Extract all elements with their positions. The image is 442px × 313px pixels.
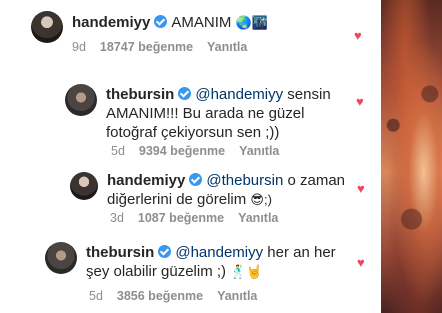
comment-body: AMANIM xyxy=(171,14,232,31)
mention-link[interactable]: @handemiyy xyxy=(195,86,283,103)
heart-icon[interactable]: ♥ xyxy=(357,182,369,195)
comment-body-line: diğerlerini de görelim xyxy=(107,191,247,208)
comment-text: handemiyy AMANIM 🌏🌃 xyxy=(72,13,372,32)
timestamp: 5d xyxy=(111,144,125,158)
comment-text: thebursin @handemiyy sensin AMANIM!!! Bu … xyxy=(106,85,366,142)
mention-link[interactable]: @thebursin xyxy=(206,172,283,189)
comment-text: thebursin @handemiyy her an her şey olabi… xyxy=(86,243,366,281)
verified-badge-icon xyxy=(158,245,172,258)
reply-button[interactable]: Yanıtla xyxy=(217,289,257,303)
comment-meta: 3d 1087 beğenme Yanıtla xyxy=(110,211,292,225)
comment-body-line: her an her xyxy=(267,244,336,261)
comment-meta: 5d 9394 beğenme Yanıtla xyxy=(111,144,293,158)
comment-meta: 5d 3856 beğenme Yanıtla xyxy=(89,289,271,303)
verified-badge-icon xyxy=(178,87,192,100)
likes-count[interactable]: 18747 beğenme xyxy=(100,40,193,54)
reply-button[interactable]: Yanıtla xyxy=(239,144,279,158)
reply-button[interactable]: Yanıtla xyxy=(238,211,278,225)
heart-icon[interactable]: ♥ xyxy=(356,95,368,108)
timestamp: 9d xyxy=(72,40,86,54)
avatar[interactable] xyxy=(70,172,98,200)
likes-count[interactable]: 3856 beğenme xyxy=(117,289,203,303)
username[interactable]: thebursin xyxy=(106,86,174,103)
comment-meta: 9d 18747 beğenme Yanıtla xyxy=(72,40,261,54)
username[interactable]: handemiyy xyxy=(72,14,150,31)
likes-count[interactable]: 1087 beğenme xyxy=(138,211,224,225)
comment-body-line: şey olabilir güzelim ;) xyxy=(86,263,227,280)
avatar[interactable] xyxy=(65,84,97,116)
username[interactable]: handemiyy xyxy=(107,172,185,189)
mention-link[interactable]: @handemiyy xyxy=(175,244,263,261)
timestamp: 5d xyxy=(89,289,103,303)
avatar[interactable] xyxy=(45,242,77,274)
comment-body-line: fotoğraf çekiyorsun sen ;)) xyxy=(106,124,280,141)
comment-emoji: 😎;) xyxy=(250,192,272,207)
background-photo xyxy=(381,0,442,313)
heart-icon[interactable]: ♥ xyxy=(354,29,366,42)
likes-count[interactable]: 9394 beğenme xyxy=(139,144,225,158)
comment-body-line: o zaman xyxy=(287,172,346,189)
timestamp: 3d xyxy=(110,211,124,225)
username[interactable]: thebursin xyxy=(86,244,154,261)
comment-emoji: 🌏🌃 xyxy=(235,15,268,30)
avatar[interactable] xyxy=(31,11,63,43)
reply-button[interactable]: Yanıtla xyxy=(207,40,247,54)
verified-badge-icon xyxy=(154,15,168,28)
heart-icon[interactable]: ♥ xyxy=(357,256,369,269)
comment-body-line: sensin xyxy=(287,86,331,103)
comment-text: handemiyy @thebursin o zaman diğerlerini … xyxy=(107,171,367,209)
comment-emoji: 🕺🤘 xyxy=(230,264,263,279)
verified-badge-icon xyxy=(189,173,203,186)
comment-body-line: AMANIM!!! Bu arada ne güzel xyxy=(106,105,305,122)
